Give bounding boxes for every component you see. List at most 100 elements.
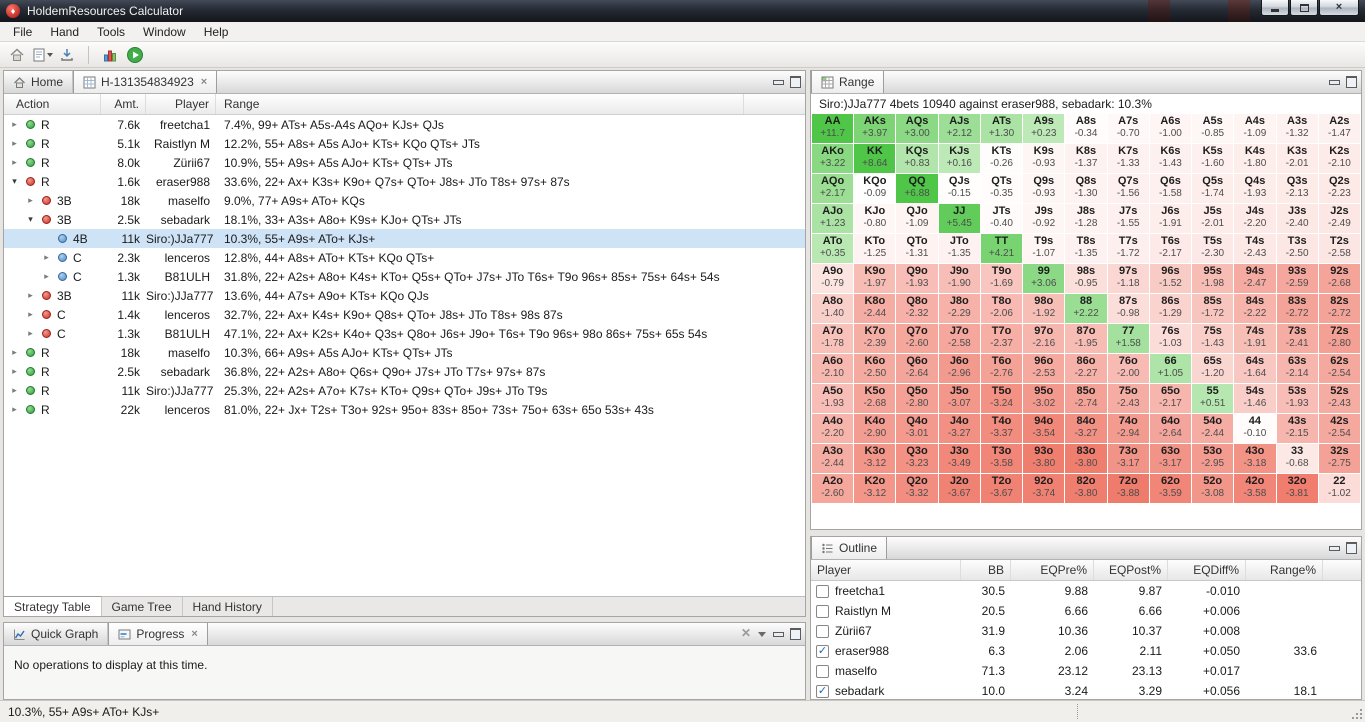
range-cell-JTs[interactable]: JTs -0.40	[980, 204, 1023, 233]
expand-arrow-icon[interactable]: ▸	[8, 385, 21, 396]
range-cell-J9s[interactable]: J9s -0.92	[1023, 204, 1065, 233]
range-cell-A2s[interactable]: A2s -1.47	[1318, 114, 1360, 143]
range-cell-T3o[interactable]: T3o -3.58	[980, 444, 1023, 473]
minimize-view-icon[interactable]	[773, 76, 784, 86]
range-cell-K5s[interactable]: K5s -1.60	[1192, 144, 1234, 173]
range-cell-K8s[interactable]: K8s -1.37	[1065, 144, 1107, 173]
range-cell-QJo[interactable]: QJo -1.09	[896, 204, 938, 233]
strategy-row[interactable]: ▸ C 1.4k lenceros 32.7%, 22+ Ax+ K4s+ K9o+ Q…	[4, 305, 805, 324]
range-cell-A3s[interactable]: A3s -1.32	[1276, 114, 1318, 143]
maximize-view-icon[interactable]	[790, 628, 801, 640]
range-cell-TT[interactable]: TT +4.21	[980, 234, 1023, 263]
range-cell-42o[interactable]: 42o -3.58	[1234, 474, 1276, 503]
collapse-arrow-icon[interactable]: ▾	[24, 214, 37, 225]
range-cell-42s[interactable]: 42s -2.54	[1318, 414, 1360, 443]
range-cell-T8o[interactable]: T8o -2.06	[980, 294, 1023, 323]
range-cell-QTo[interactable]: QTo -1.31	[896, 234, 938, 263]
column-header-range[interactable]: Range	[216, 94, 744, 114]
range-cell-53s[interactable]: 53s -1.93	[1276, 384, 1318, 413]
range-cell-Q8s[interactable]: Q8s -1.30	[1065, 174, 1107, 203]
range-cell-J7o[interactable]: J7o -2.58	[938, 324, 980, 353]
range-cell-94o[interactable]: 94o -3.54	[1023, 414, 1065, 443]
outline-row[interactable]: ✓ sebadark 10.0 3.24 3.29 +0.056 18.1	[811, 681, 1361, 699]
range-cell-93o[interactable]: 93o -3.80	[1023, 444, 1065, 473]
maximize-view-icon[interactable]	[1346, 76, 1357, 88]
range-cell-KQo[interactable]: KQo -0.09	[854, 174, 896, 203]
range-cell-22[interactable]: 22 -1.02	[1318, 474, 1360, 503]
checkbox-checked[interactable]: ✓	[816, 684, 829, 698]
expand-arrow-icon[interactable]: ▸	[8, 347, 21, 358]
range-cell-75o[interactable]: 75o -2.43	[1107, 384, 1149, 413]
range-cell-J7s[interactable]: J7s -1.55	[1107, 204, 1149, 233]
range-cell-55[interactable]: 55 +0.51	[1192, 384, 1234, 413]
range-cell-KK[interactable]: KK +8.64	[854, 144, 896, 173]
range-cell-92o[interactable]: 92o -3.74	[1023, 474, 1065, 503]
range-cell-43s[interactable]: 43s -2.15	[1276, 414, 1318, 443]
range-cell-Q5s[interactable]: Q5s -1.74	[1192, 174, 1234, 203]
range-cell-95s[interactable]: 95s -1.98	[1192, 264, 1234, 293]
range-cell-K4s[interactable]: K4s -1.80	[1234, 144, 1276, 173]
range-cell-96s[interactable]: 96s -1.52	[1149, 264, 1192, 293]
range-cell-KTo[interactable]: KTo -1.25	[854, 234, 896, 263]
range-cell-Q7s[interactable]: Q7s -1.56	[1107, 174, 1149, 203]
minimize-view-icon[interactable]	[1329, 76, 1340, 86]
column-header-eqpost[interactable]: EQPost%	[1094, 560, 1168, 580]
column-header-range[interactable]: Range%	[1246, 560, 1323, 580]
checkbox-unchecked[interactable]	[816, 584, 829, 598]
range-cell-K3o[interactable]: K3o -3.12	[854, 444, 896, 473]
range-cell-97s[interactable]: 97s -1.18	[1107, 264, 1149, 293]
dropdown-arrow-icon[interactable]	[46, 52, 53, 57]
strategy-row[interactable]: ▸ R 11k Siro:)JJa777 25.3%, 22+ A2s+ A7o+ K7…	[4, 381, 805, 400]
range-cell-63s[interactable]: 63s -2.14	[1276, 354, 1318, 383]
range-cell-QQ[interactable]: QQ +6.88	[896, 174, 938, 203]
range-cell-96o[interactable]: 96o -2.53	[1023, 354, 1065, 383]
range-cell-82o[interactable]: 82o -3.80	[1065, 474, 1107, 503]
tab-strategy-table[interactable]: Strategy Table	[4, 596, 102, 616]
range-cell-Q6o[interactable]: Q6o -2.64	[896, 354, 938, 383]
expand-arrow-icon[interactable]: ▸	[8, 138, 21, 149]
range-cell-54s[interactable]: 54s -1.46	[1234, 384, 1276, 413]
range-cell-A7s[interactable]: A7s -0.70	[1107, 114, 1149, 143]
range-cell-Q2o[interactable]: Q2o -3.32	[896, 474, 938, 503]
range-cell-AKs[interactable]: AKs +3.97	[854, 114, 896, 143]
column-header-player[interactable]: Player	[811, 560, 961, 580]
range-cell-QTs[interactable]: QTs -0.35	[980, 174, 1023, 203]
range-cell-JTo[interactable]: JTo -1.35	[938, 234, 980, 263]
expand-arrow-icon[interactable]: ▸	[24, 328, 37, 339]
strategy-row[interactable]: ▸ R 18k maselfo 10.3%, 66+ A9s+ A5s AJo+ KTs…	[4, 343, 805, 362]
range-cell-A4s[interactable]: A4s -1.09	[1234, 114, 1276, 143]
range-cell-32o[interactable]: 32o -3.81	[1276, 474, 1318, 503]
checkbox-unchecked[interactable]	[816, 664, 829, 678]
range-cell-T9o[interactable]: T9o -1.69	[980, 264, 1023, 293]
outline-row[interactable]: freetcha1 30.5 9.88 9.87 -0.010	[811, 581, 1361, 601]
strategy-row[interactable]: ▸ R 5.1k Raistlyn M 12.2%, 55+ A8s+ A5s AJo+…	[4, 134, 805, 153]
column-header-player[interactable]: Player	[146, 94, 216, 114]
column-header-eqdiff[interactable]: EQDiff%	[1168, 560, 1246, 580]
range-cell-KJo[interactable]: KJo -0.80	[854, 204, 896, 233]
range-cell-Q9s[interactable]: Q9s -0.93	[1023, 174, 1065, 203]
range-cell-73o[interactable]: 73o -3.17	[1107, 444, 1149, 473]
expand-arrow-icon[interactable]: ▸	[8, 119, 21, 130]
window-close-button[interactable]: ×	[1319, 0, 1359, 16]
range-cell-98o[interactable]: 98o -1.92	[1023, 294, 1065, 323]
strategy-row[interactable]: 4B 11k Siro:)JJa777 10.3%, 55+ A9s+ ATo+ KJ…	[4, 229, 805, 248]
range-cell-73s[interactable]: 73s -2.41	[1276, 324, 1318, 353]
strategy-row[interactable]: ▸ R 7.6k freetcha1 7.4%, 99+ ATs+ A5s-A4s AQ…	[4, 115, 805, 134]
range-cell-K7s[interactable]: K7s -1.33	[1107, 144, 1149, 173]
range-cell-A8s[interactable]: A8s -0.34	[1065, 114, 1107, 143]
range-cell-85o[interactable]: 85o -2.74	[1065, 384, 1107, 413]
range-cell-75s[interactable]: 75s -1.43	[1192, 324, 1234, 353]
range-cell-A9o[interactable]: A9o -0.79	[812, 264, 854, 293]
range-cell-Q4s[interactable]: Q4s -1.93	[1234, 174, 1276, 203]
maximize-view-icon[interactable]	[1346, 542, 1357, 554]
range-cell-K3s[interactable]: K3s -2.01	[1276, 144, 1318, 173]
range-cell-76o[interactable]: 76o -2.00	[1107, 354, 1149, 383]
range-cell-Q8o[interactable]: Q8o -2.32	[896, 294, 938, 323]
range-cell-Q4o[interactable]: Q4o -3.01	[896, 414, 938, 443]
range-cell-K7o[interactable]: K7o -2.39	[854, 324, 896, 353]
strategy-row[interactable]: ▸ R 8.0k Zürii67 10.9%, 55+ A9s+ A5s AJo+ KT…	[4, 153, 805, 172]
tab-home[interactable]: Home	[4, 71, 74, 93]
expand-arrow-icon[interactable]: ▸	[24, 290, 37, 301]
range-cell-J4o[interactable]: J4o -3.27	[938, 414, 980, 443]
range-cell-A5o[interactable]: A5o -1.93	[812, 384, 854, 413]
